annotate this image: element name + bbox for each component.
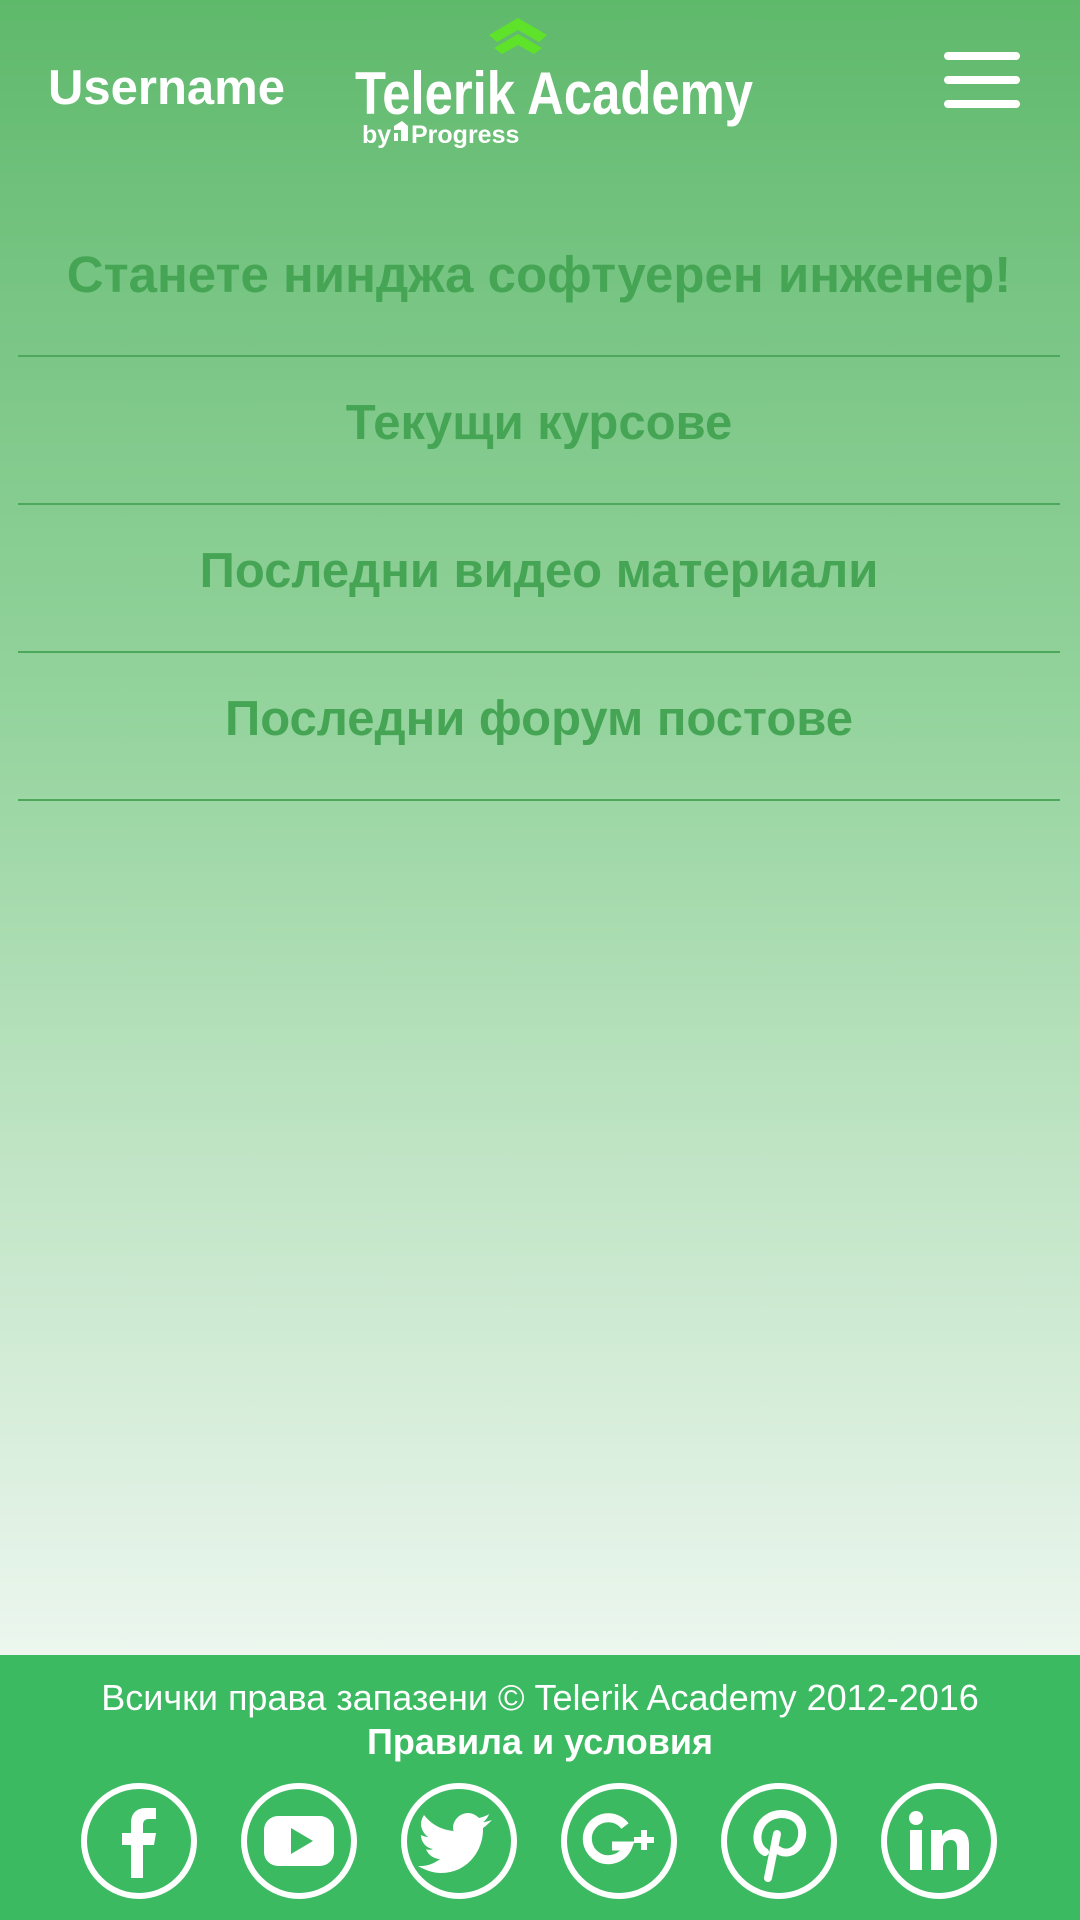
hamburger-menu-icon[interactable] bbox=[942, 48, 1022, 112]
logo-byline-text: by bbox=[362, 121, 391, 149]
logo-brand-text: Telerik Academy bbox=[355, 60, 754, 127]
copyright-text: Всички права запазени © Telerik Academy … bbox=[101, 1677, 979, 1718]
twitter-icon[interactable] bbox=[400, 1782, 518, 1900]
telerik-academy-logo[interactable]: Telerik Academy by Progress bbox=[355, 18, 755, 153]
logo-progress-text: Progress bbox=[411, 121, 519, 149]
username-link[interactable]: Username bbox=[48, 60, 285, 116]
tagline-heading: Станете нинджа софтуерен инженер! bbox=[18, 205, 1060, 357]
nav-item-current-courses[interactable]: Текущи курсове bbox=[18, 357, 1060, 505]
header: Username Telerik Academy by Progress bbox=[0, 0, 1080, 175]
pinterest-icon[interactable] bbox=[720, 1782, 838, 1900]
main-nav: Станете нинджа софтуерен инженер! Текущи… bbox=[18, 205, 1060, 801]
linkedin-icon[interactable] bbox=[880, 1782, 998, 1900]
nav-item-latest-videos[interactable]: Последни видео материали bbox=[18, 505, 1060, 653]
youtube-icon[interactable] bbox=[240, 1782, 358, 1900]
footer: Всички права запазени © Telerik Academy … bbox=[0, 1655, 1080, 1920]
facebook-icon[interactable] bbox=[80, 1782, 198, 1900]
logo-chevron-icon bbox=[489, 18, 547, 54]
nav-item-latest-forum-posts[interactable]: Последни форум постове bbox=[18, 653, 1060, 801]
terms-link[interactable]: Правила и условия bbox=[0, 1721, 1080, 1763]
google-plus-icon[interactable] bbox=[560, 1782, 678, 1900]
